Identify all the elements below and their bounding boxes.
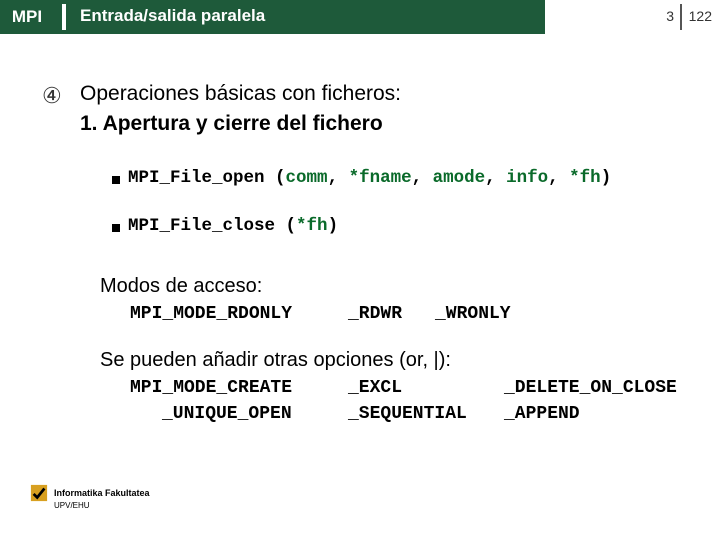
square-bullet-icon xyxy=(112,224,120,232)
param-info: info xyxy=(506,168,548,188)
page-number-total: 122 xyxy=(689,8,712,24)
comma: , xyxy=(328,168,349,188)
mode-append: _APPEND xyxy=(504,404,580,424)
param-fname: *fname xyxy=(349,168,412,188)
page-number-separator xyxy=(680,4,682,30)
comma: , xyxy=(412,168,433,188)
header-mpi-label: MPI xyxy=(12,7,42,27)
footer-faculty: Informatika Fakultatea xyxy=(54,488,150,498)
fn-name: MPI_File_close xyxy=(128,216,286,236)
options-row-1: MPI_MODE_CREATE _EXCL _DELETE_ON_CLOSE xyxy=(130,378,292,398)
page-number-current: 3 xyxy=(666,8,674,24)
slide: MPI Entrada/salida paralela 3 122 ④ Oper… xyxy=(0,0,720,540)
paren: ( xyxy=(275,168,286,188)
bullet-marker: ④ xyxy=(42,83,62,109)
square-bullet-icon xyxy=(112,176,120,184)
fn-name: MPI_File_open xyxy=(128,168,275,188)
mode-rdonly: MPI_MODE_RDONLY xyxy=(130,304,292,324)
param-comm: comm xyxy=(286,168,328,188)
mode-excl: _EXCL xyxy=(348,378,402,398)
mode-wronly: _WRONLY xyxy=(435,304,511,324)
heading-line-2: 1. Apertura y cierre del fichero xyxy=(80,112,383,136)
footer-logo-icon xyxy=(30,484,48,502)
paren: ) xyxy=(328,216,339,236)
param-fh: *fh xyxy=(296,216,328,236)
param-fh: *fh xyxy=(569,168,601,188)
access-modes-label: Modos de acceso: xyxy=(100,275,262,298)
paren: ) xyxy=(601,168,612,188)
mode-rdwr: _RDWR xyxy=(348,304,402,324)
mode-sequential: _SEQUENTIAL xyxy=(348,404,467,424)
mode-unique-open: _UNIQUE_OPEN xyxy=(162,404,292,424)
mode-delete-on-close: _DELETE_ON_CLOSE xyxy=(504,378,677,398)
header-mpi-box: MPI xyxy=(0,0,54,34)
comma: , xyxy=(485,168,506,188)
heading-line-1: Operaciones básicas con ficheros: xyxy=(80,82,401,106)
code-mpi-file-close: MPI_File_close (*fh) xyxy=(128,216,338,236)
options-label: Se pueden añadir otras opciones (or, |): xyxy=(100,349,451,372)
access-modes-row: MPI_MODE_RDONLY _RDWR _WRONLY xyxy=(130,304,292,324)
header-title: Entrada/salida paralela xyxy=(80,6,265,26)
header-separator xyxy=(62,4,66,30)
param-amode: amode xyxy=(433,168,486,188)
code-mpi-file-open: MPI_File_open (comm, *fname, amode, info… xyxy=(128,168,611,188)
comma: , xyxy=(548,168,569,188)
footer-university: UPV/EHU xyxy=(54,501,90,510)
mode-create: MPI_MODE_CREATE xyxy=(130,378,292,398)
paren: ( xyxy=(286,216,297,236)
